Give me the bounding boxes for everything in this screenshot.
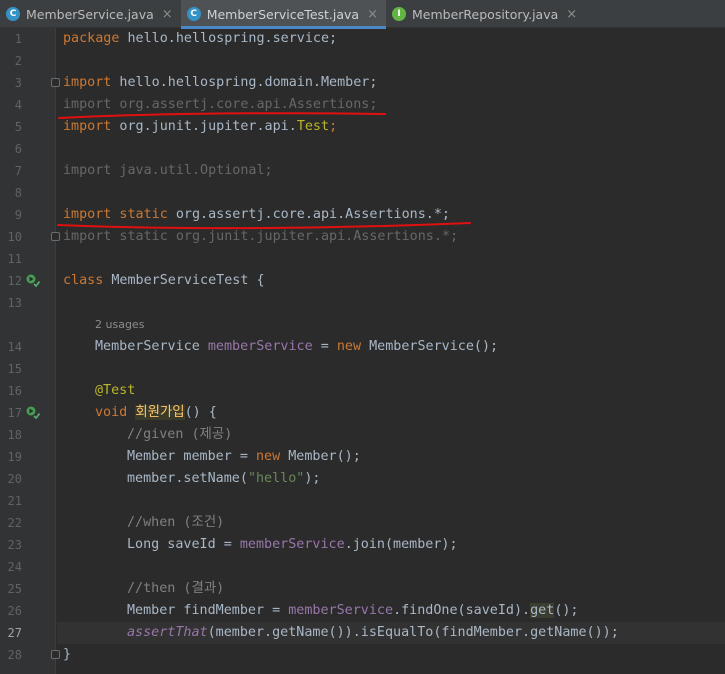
line-number: 13 <box>7 296 22 310</box>
line-number: 6 <box>14 142 22 156</box>
tab-member-service-test[interactable]: C MemberServiceTest.java × <box>180 0 387 29</box>
line-number: 19 <box>7 450 22 464</box>
close-icon[interactable]: × <box>566 7 577 22</box>
code-line: MemberService memberService = new Member… <box>95 339 499 354</box>
class-icon: C <box>6 7 20 21</box>
close-icon[interactable]: × <box>367 7 378 22</box>
tab-label: MemberServiceTest.java <box>206 6 360 22</box>
tab-label: MemberRepository.java <box>412 6 559 22</box>
code-line-unused-import: import java.util.Optional; <box>63 163 273 178</box>
line-number: 26 <box>7 604 22 618</box>
interface-icon: I <box>392 7 406 21</box>
code-comment: //then (결과) <box>127 581 225 596</box>
line-number: 1 <box>14 32 22 46</box>
line-number: 12 <box>7 274 22 288</box>
code-line: Member findMember = memberService.findOn… <box>127 603 579 618</box>
code-line: package hello.hellospring.service; <box>63 31 338 46</box>
line-gutter: 1 2 3 4 5 6 7 8 9 10 11 12 13 14 15 16 1… <box>0 28 60 674</box>
code-comment: //given (제공) <box>127 427 233 442</box>
line-number: 11 <box>7 252 22 266</box>
line-number: 3 <box>14 76 22 90</box>
line-number: 17 <box>7 406 22 420</box>
line-number: 16 <box>7 384 22 398</box>
code-line: Long saveId = memberService.join(member)… <box>127 537 458 552</box>
code-line-current: assertThat(member.getName()).isEqualTo(f… <box>127 625 619 640</box>
line-number: 18 <box>7 428 22 442</box>
run-test-icon[interactable] <box>26 405 40 419</box>
line-number: 9 <box>14 208 22 222</box>
code-line: member.setName("hello"); <box>127 471 321 486</box>
code-line: class MemberServiceTest { <box>63 273 265 288</box>
method-name: 회원가입 <box>135 405 185 420</box>
run-test-icon[interactable] <box>26 273 40 287</box>
line-number: 15 <box>7 362 22 376</box>
code-editor[interactable]: 1 2 3 4 5 6 7 8 9 10 11 12 13 14 15 16 1… <box>0 28 725 674</box>
line-number-current: 27 <box>7 626 22 640</box>
line-number: 21 <box>7 494 22 508</box>
code-line: @Test <box>95 383 136 398</box>
line-number: 10 <box>7 230 22 244</box>
line-number: 20 <box>7 472 22 486</box>
line-number: 7 <box>14 164 22 178</box>
line-number: 25 <box>7 582 22 596</box>
code-line: Member member = new Member(); <box>127 449 361 464</box>
line-number: 5 <box>14 120 22 134</box>
tab-member-service[interactable]: C MemberService.java × <box>0 0 181 28</box>
fold-marker-icon[interactable] <box>51 650 60 659</box>
line-number: 2 <box>14 54 22 68</box>
line-number: 22 <box>7 516 22 530</box>
line-number: 8 <box>14 186 22 200</box>
line-number: 24 <box>7 560 22 574</box>
line-number: 14 <box>7 340 22 354</box>
red-underline-annotation <box>58 112 386 119</box>
fold-marker-icon[interactable] <box>51 78 60 87</box>
tab-member-repository[interactable]: I MemberRepository.java × <box>386 0 585 28</box>
close-icon[interactable]: × <box>162 7 173 22</box>
tab-label: MemberService.java <box>26 6 154 22</box>
code-comment: //when (조건) <box>127 515 225 530</box>
line-number: 4 <box>14 98 22 112</box>
red-underline-annotation <box>57 222 471 230</box>
code-line: import hello.hellospring.domain.Member; <box>63 75 378 90</box>
line-number: 28 <box>7 648 22 662</box>
class-icon: C <box>186 7 201 21</box>
line-number: 23 <box>7 538 22 552</box>
code-line: } <box>63 647 72 662</box>
editor-tab-bar: C MemberService.java × C MemberServiceTe… <box>0 0 725 29</box>
usages-inlay-hint[interactable]: 2 usages <box>95 314 144 336</box>
code-line: void 회원가입() { <box>95 405 217 420</box>
